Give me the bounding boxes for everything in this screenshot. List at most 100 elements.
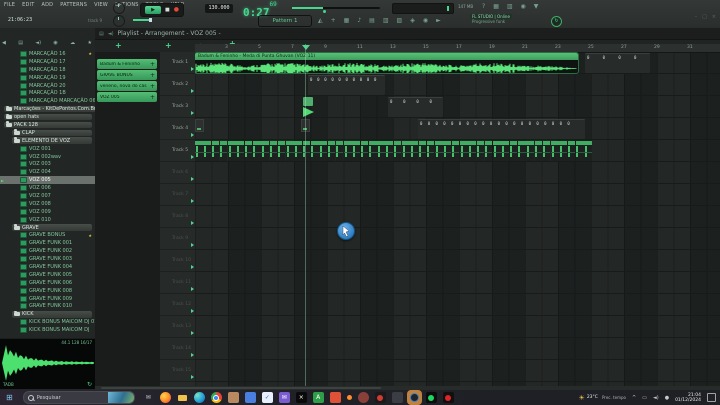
browser-item[interactable]: CLAP [0, 129, 95, 137]
speaker-icon[interactable]: ◄) [108, 31, 114, 37]
kick-clip[interactable] [352, 141, 360, 161]
metronome-icon[interactable]: ◭ [318, 16, 323, 26]
cloud-icon[interactable]: ☁ [70, 40, 75, 46]
kick-clip[interactable] [270, 141, 278, 161]
camera-icon[interactable] [228, 392, 239, 403]
browser-item[interactable]: KICK BONUS MAICOM DJ [0, 326, 95, 334]
kick-clip[interactable] [543, 141, 551, 161]
kick-clip[interactable] [203, 141, 211, 161]
kick-clip-row[interactable] [195, 141, 594, 161]
kick-clip[interactable] [195, 141, 203, 161]
folder-icon[interactable] [177, 392, 188, 403]
play-button[interactable]: ▶ [145, 6, 161, 14]
kick-clip[interactable] [220, 141, 228, 161]
bpm-display[interactable]: 130.000 [205, 4, 233, 13]
draw-tool-icon[interactable]: + [331, 16, 336, 26]
browser-item[interactable]: VOZ 006 [0, 184, 95, 192]
song-position-slider[interactable] [292, 7, 380, 9]
mail-icon[interactable]: ✉ [143, 392, 154, 403]
mixer-icon[interactable]: ▥ [383, 16, 389, 26]
playlist-icon[interactable]: ▤ [369, 16, 375, 26]
kick-clip[interactable] [294, 141, 302, 161]
orange-app-icon[interactable] [330, 392, 341, 403]
teams-icon[interactable] [245, 392, 256, 403]
timeline-ruler[interactable]: 35791113151719212325272931 [195, 44, 720, 53]
kick-clip[interactable] [245, 141, 253, 161]
browser-item[interactable]: MARCAÇÃO 19 [0, 74, 95, 82]
kick-clip[interactable] [303, 141, 311, 161]
picker-chip[interactable]: Badum & Feninho+ [97, 59, 157, 69]
firefox-icon[interactable] [160, 392, 171, 403]
sample-preview[interactable]: 44.1 128 16/17 TADB ↻ [0, 338, 95, 389]
track-header[interactable]: Track 4 [160, 118, 195, 140]
track-header[interactable]: Track 13 [160, 316, 195, 338]
green-a-icon[interactable]: A [313, 392, 324, 403]
help-icon[interactable]: ? [482, 2, 485, 12]
track-header[interactable]: Track 2 [160, 74, 195, 96]
file-icon[interactable]: ▤ [18, 40, 23, 46]
menu-item-view[interactable]: VIEW [94, 2, 108, 8]
mic-icon[interactable]: ● [665, 395, 669, 401]
orange-dot-icon[interactable] [347, 395, 352, 400]
x-app-icon[interactable]: × [296, 392, 307, 403]
browser-item[interactable]: VOZ 001 [0, 145, 95, 153]
track-header[interactable]: Track 14 [160, 338, 195, 360]
maroon-app-icon[interactable] [358, 392, 369, 403]
browser-item[interactable]: VOZ 010 [0, 216, 95, 224]
kick-clip[interactable] [402, 141, 410, 161]
browser-item[interactable]: GRAVE FUNK 004 [0, 263, 95, 271]
browser-item[interactable]: MARCAÇÃO 20 [0, 82, 95, 90]
mixer-app-icon[interactable] [392, 392, 403, 403]
menu-item-file[interactable]: FILE [4, 2, 15, 8]
browser-item[interactable]: MARCAÇÃO 16★ [0, 50, 95, 58]
kick-clip[interactable] [377, 141, 385, 161]
kick-clip[interactable] [535, 141, 543, 161]
browser-item[interactable]: GRAVE FUNK 001 [0, 239, 95, 247]
step-sequencer-icon[interactable]: ▦ [344, 16, 350, 26]
browser-item[interactable]: GRAVE FUNK 008 [0, 287, 95, 295]
stop-button[interactable]: ■ [165, 6, 170, 14]
youtube-music-icon[interactable] [443, 392, 454, 403]
hidden-icons-caret[interactable]: ^ [632, 395, 636, 401]
kick-clip[interactable] [336, 141, 344, 161]
track-header[interactable]: Track 6 [160, 162, 195, 184]
kick-clip[interactable] [361, 141, 369, 161]
refresh-icon[interactable]: ↻ [87, 381, 92, 388]
browser-item[interactable]: MARCAÇÃO 18 [0, 66, 95, 74]
kick-clip[interactable] [510, 141, 518, 161]
add-pattern-icon[interactable]: + [115, 41, 122, 51]
favorites-icon[interactable]: ★ [87, 40, 91, 46]
browser-item[interactable]: GRAVE FUNK 002 [0, 247, 95, 255]
kick-clip[interactable] [493, 141, 501, 161]
track-header[interactable]: Track 12 [160, 294, 195, 316]
pattern-clip[interactable]: 0000 [585, 53, 650, 73]
browser-item[interactable]: VOZ 008 [0, 200, 95, 208]
kick-clip[interactable] [278, 141, 286, 161]
kick-clip[interactable] [253, 141, 261, 161]
track-header[interactable]: Track 15 [160, 360, 195, 382]
smart-find-icon[interactable]: ◉ [521, 2, 526, 12]
kick-clip[interactable] [452, 141, 460, 161]
master-pitch-slider[interactable] [133, 19, 159, 21]
kick-clip[interactable] [443, 141, 451, 161]
browser-item[interactable]: ELEMENTO DE VOZ [0, 137, 95, 145]
kick-clip[interactable] [319, 141, 327, 161]
browser-item[interactable]: open hats [0, 113, 95, 121]
start-button[interactable]: ⊞ [6, 391, 13, 404]
track-header[interactable]: Track 8 [160, 206, 195, 228]
mail-purple-icon[interactable]: ✉ [279, 392, 290, 403]
pattern-clip[interactable]: 0000000000 [308, 75, 385, 95]
browser-item[interactable]: ►VOZ 005 [0, 176, 95, 184]
taskbar-search[interactable]: Pesquisar [23, 391, 135, 404]
tempo-tap-icon[interactable]: ◉ [423, 16, 428, 26]
kick-clip[interactable] [559, 141, 567, 161]
kick-clip[interactable] [526, 141, 534, 161]
arrow-tool-icon[interactable]: ► [436, 16, 441, 26]
kick-clip[interactable] [410, 141, 418, 161]
panel-b-icon[interactable]: ▥ [507, 2, 513, 12]
kick-clip[interactable] [460, 141, 468, 161]
kick-clip[interactable] [477, 141, 485, 161]
browser-item[interactable]: KICK BONUS MAICOM DJ 01 [0, 318, 95, 326]
history-icon[interactable]: ◉ [53, 40, 57, 46]
track-header[interactable]: Track 7 [160, 184, 195, 206]
